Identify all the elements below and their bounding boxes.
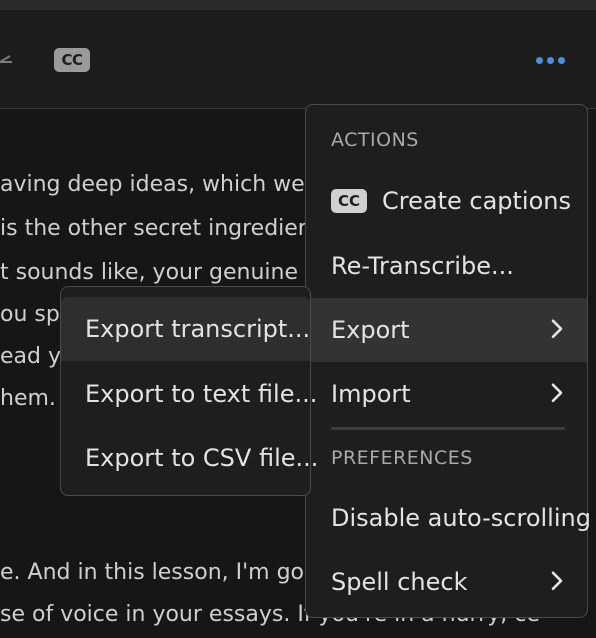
submenu-item-export-text-file[interactable]: Export to text file... <box>61 362 317 426</box>
menu-item-label: Create captions <box>382 187 571 215</box>
menu-item-label: Import <box>331 380 411 408</box>
transcript-line: aving deep ideas, which we c <box>0 172 324 197</box>
menu-item-retranscribe[interactable]: Re-Transcribe... <box>306 234 587 298</box>
dot-icon <box>535 56 543 64</box>
chevron-right-icon <box>551 571 563 591</box>
transcript-line: t sounds like, your genuine vo <box>0 260 332 285</box>
more-options-button[interactable] <box>528 46 572 74</box>
actions-menu: ACTIONS CC Create captions Re-Transcribe… <box>305 104 591 618</box>
chevron-right-icon <box>551 319 563 339</box>
submenu-item-label: Export to CSV file... <box>85 444 319 472</box>
dot-icon <box>546 56 554 64</box>
closed-captions-icon: CC <box>331 189 367 213</box>
submenu-item-label: Export to text file... <box>85 380 318 408</box>
transcript-line: is the other secret ingredient <box>0 216 321 241</box>
menu-item-label: Re-Transcribe... <box>331 252 514 280</box>
chevron-right-icon <box>551 383 563 403</box>
back-arrow-icon[interactable] <box>0 52 14 72</box>
menu-item-label: Export <box>331 316 410 344</box>
dot-icon <box>557 56 565 64</box>
closed-captions-icon[interactable]: CC <box>54 48 90 72</box>
submenu-item-export-csv-file[interactable]: Export to CSV file... <box>61 426 318 490</box>
menu-item-export[interactable]: Export <box>306 298 587 362</box>
menu-item-label: Disable auto-scrolling <box>331 504 591 532</box>
transcript-line: hem. <box>0 386 56 411</box>
menu-item-import[interactable]: Import <box>306 362 587 426</box>
transcript-toolbar: CC <box>0 10 596 109</box>
menu-item-spell-check[interactable]: Spell check <box>306 550 587 614</box>
transcript-line: e. And in this lesson, I'm goin <box>0 560 325 585</box>
menu-item-create-captions[interactable]: CC Create captions <box>306 169 587 233</box>
menu-divider <box>331 427 565 430</box>
export-submenu: Export transcript... Export to text file… <box>60 286 318 496</box>
actions-header: ACTIONS <box>331 129 419 151</box>
transcript-line: ead y <box>0 344 61 369</box>
submenu-item-export-transcript[interactable]: Export transcript... <box>61 297 310 361</box>
menu-item-label: Spell check <box>331 568 468 596</box>
submenu-item-label: Export transcript... <box>85 315 311 343</box>
top-strip <box>0 0 596 10</box>
menu-item-disable-auto-scrolling[interactable]: Disable auto-scrolling <box>306 486 591 550</box>
preferences-header: PREFERENCES <box>331 447 473 469</box>
